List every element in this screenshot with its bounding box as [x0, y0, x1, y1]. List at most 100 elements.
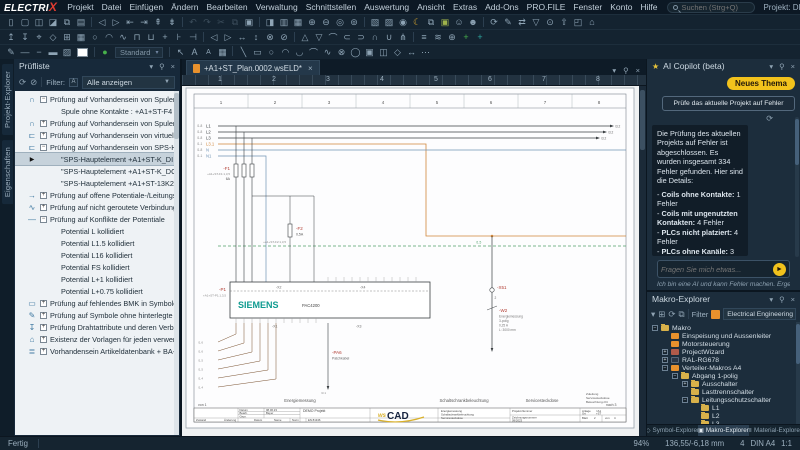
check-list-item[interactable]: ⊏ − Prüfung auf Vorhandensein von SPS-Ha…: [15, 141, 179, 153]
more-tools-icon[interactable]: ⋯: [418, 46, 432, 59]
send-button[interactable]: ►: [773, 263, 786, 276]
save-all-icon[interactable]: ⧉: [60, 16, 74, 29]
coil-up-icon[interactable]: ∩: [368, 31, 382, 44]
expander-icon[interactable]: +: [40, 132, 47, 139]
text-icon[interactable]: A: [187, 46, 201, 59]
contact-left-icon[interactable]: ◁: [207, 31, 221, 44]
zoom-level[interactable]: 94%: [634, 439, 650, 448]
transfer-icon[interactable]: ⇄: [515, 16, 529, 29]
separator[interactable]: [91, 17, 92, 27]
preview-icon[interactable]: ◉: [396, 16, 410, 29]
separator[interactable]: [259, 17, 260, 27]
text-small-icon[interactable]: A: [201, 46, 215, 59]
zoom-out-icon[interactable]: ⊖: [319, 16, 333, 29]
global-search[interactable]: [667, 2, 755, 13]
check-list-item[interactable]: Potential FS kollidiert: [15, 261, 179, 273]
next-page-icon[interactable]: ⇟: [165, 16, 179, 29]
terminal-left-icon[interactable]: ⊦: [172, 31, 186, 44]
sidebar-tab-eigenschaften[interactable]: Eigenschaften: [2, 140, 13, 204]
pin-up-icon[interactable]: ↥: [4, 31, 18, 44]
refresh-icon[interactable]: ⟳: [668, 309, 675, 320]
coil-symbol-icon[interactable]: ○: [88, 31, 102, 44]
macro-tree-item[interactable]: + Ausschalter: [647, 380, 800, 388]
collapse-icon[interactable]: ▾: [149, 62, 153, 71]
expander-icon[interactable]: +: [40, 348, 47, 355]
menu-item[interactable]: PRO.FILE: [523, 2, 570, 12]
explorer-tab[interactable]: ▣ Makro-Explorer: [698, 425, 749, 436]
stretch-v-icon[interactable]: ↕: [249, 31, 263, 44]
device-list-icon[interactable]: ▥: [277, 16, 291, 29]
check-list-item[interactable]: Spule ohne Kontakte : +A1+ST-F4: [15, 105, 179, 117]
edit-icon[interactable]: ✎: [501, 16, 515, 29]
add-symbol-icon[interactable]: ⊞: [60, 31, 74, 44]
export-icon[interactable]: ⇧: [557, 16, 571, 29]
cut-icon[interactable]: ✂: [214, 16, 228, 29]
close-icon[interactable]: ×: [636, 66, 640, 75]
pin-icon[interactable]: ⚲: [779, 62, 785, 71]
redo-icon[interactable]: ↷: [200, 16, 214, 29]
project-tree-icon[interactable]: ◨: [263, 16, 277, 29]
zoom-fit-icon[interactable]: ◎: [333, 16, 347, 29]
potential-icon[interactable]: ⊕: [445, 31, 459, 44]
check-list-item[interactable]: ∩ + Prüfung auf Vorhandensein von Spulen…: [15, 117, 179, 129]
grid-icon[interactable]: ▨: [382, 16, 396, 29]
menu-item[interactable]: Fenster: [569, 2, 606, 12]
expander-icon[interactable]: +: [40, 300, 47, 307]
close-icon[interactable]: ×: [791, 295, 795, 304]
report-icon[interactable]: ▦: [291, 16, 305, 29]
filter-dropdown[interactable]: Alle anzeigen ▼: [82, 76, 175, 89]
pin-icon[interactable]: ⚲: [159, 62, 165, 71]
wire-wave-icon[interactable]: ∿: [116, 31, 130, 44]
window-icon[interactable]: ◰: [571, 16, 585, 29]
expander-icon[interactable]: +: [662, 349, 668, 355]
terminal-right-icon[interactable]: ⊣: [186, 31, 200, 44]
check-list-item[interactable]: ∩ − Prüfung auf Vorhandensein von Spulen…: [15, 93, 179, 105]
expander-icon[interactable]: −: [40, 96, 47, 103]
sheets-icon[interactable]: ⧉: [424, 16, 438, 29]
regenerate-icon[interactable]: ⟳: [766, 114, 773, 123]
check-list-item[interactable]: ≣ + Vorhandensein Artikeldatenbank + BA-…: [15, 345, 179, 357]
menu-item[interactable]: Add-Ons: [481, 2, 523, 12]
paste-icon[interactable]: ▣: [242, 16, 256, 29]
new-sheet-icon[interactable]: ▣: [438, 16, 452, 29]
symbol-diamond-icon[interactable]: ◇: [46, 31, 60, 44]
junction-icon[interactable]: +: [158, 31, 172, 44]
macro-tree-item[interactable]: − Verteiler-Makros A4: [647, 364, 800, 372]
save-as-icon[interactable]: ◪: [46, 16, 60, 29]
sidebar-tab-projekt-explorer[interactable]: Projekt-Explorer: [2, 64, 13, 135]
check-list-item[interactable]: Potential L+1 kollidiert: [15, 273, 179, 285]
last-page-icon[interactable]: ⇥: [137, 16, 151, 29]
scrollbar[interactable]: [174, 91, 179, 435]
pin-down-icon[interactable]: ↧: [18, 31, 32, 44]
cross-tool-icon[interactable]: ⊗: [334, 46, 348, 59]
collapse-icon[interactable]: ▾: [769, 295, 773, 304]
check-list-item[interactable]: Potential L1.5 kollidiert: [15, 237, 179, 249]
drawing-canvas[interactable]: 1 2 3 4 5 6 7 8 /1.8 /1.8 /1.8 /1.: [182, 86, 646, 436]
arc-symbol-icon[interactable]: ◠: [102, 31, 116, 44]
expander-icon[interactable]: −: [682, 397, 688, 403]
pin-icon[interactable]: ⚲: [779, 295, 785, 304]
undo-icon[interactable]: ↶: [186, 16, 200, 29]
line-thin-icon[interactable]: —: [18, 46, 32, 59]
expander-icon[interactable]: −: [662, 365, 668, 371]
menu-item[interactable]: Ansicht: [413, 2, 449, 12]
macro-tree-item[interactable]: − Leitungsschutzschalter: [647, 396, 800, 404]
filter-icon[interactable]: ▽: [529, 16, 543, 29]
new-topic-button[interactable]: Neues Thema: [727, 77, 795, 90]
select-arrow-icon[interactable]: ↖: [173, 46, 187, 59]
home-icon[interactable]: ⌂: [585, 16, 599, 29]
line-tool-icon[interactable]: ╲: [236, 46, 250, 59]
macro-tree-item[interactable]: L3: [647, 420, 800, 424]
trash-icon[interactable]: ⊘: [30, 77, 37, 88]
dark-mode-icon[interactable]: ☾: [410, 16, 424, 29]
macro-tree-item[interactable]: Motorsteuerung: [647, 340, 800, 348]
close-icon[interactable]: ×: [791, 62, 795, 71]
check-list-item[interactable]: Potential L kollidiert: [15, 225, 179, 237]
dimension-tool-icon[interactable]: ↔: [404, 46, 418, 59]
expander-icon[interactable]: +: [40, 120, 47, 127]
explorer-tab[interactable]: ≣ Material-Explorer: [749, 425, 800, 436]
separator[interactable]: [182, 17, 183, 27]
menu-item[interactable]: Konto: [606, 2, 636, 12]
zoom-in-icon[interactable]: ⊕: [305, 16, 319, 29]
check-list-item[interactable]: ✎ + Prüfung auf Symbole ohne hinterlegte…: [15, 309, 179, 321]
